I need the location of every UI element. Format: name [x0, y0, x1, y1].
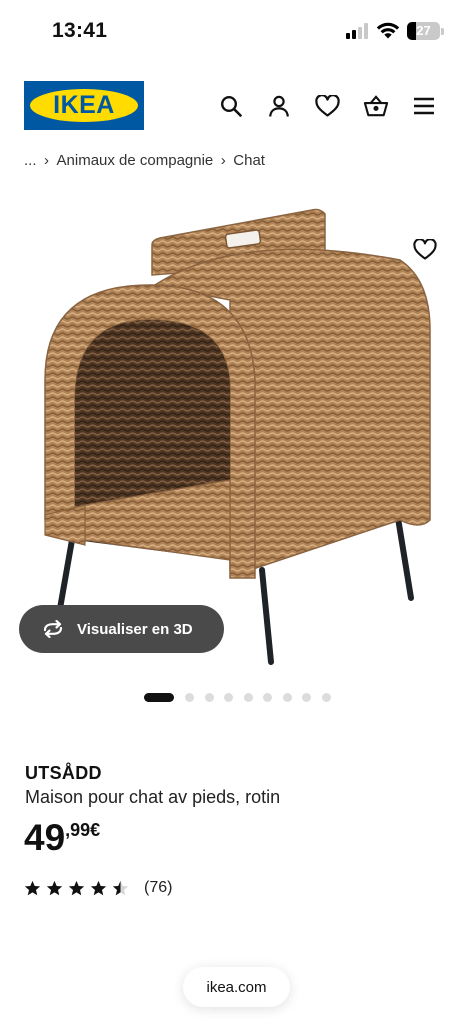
breadcrumb-item-cat[interactable]: Chat: [233, 152, 265, 169]
carousel-dot[interactable]: [243, 692, 253, 702]
price-decimal: ,99€: [65, 820, 101, 840]
browser-url-bar[interactable]: ikea.com: [183, 967, 290, 1007]
star-full-icon: [46, 880, 63, 895]
carousel-indicator: [144, 692, 341, 702]
heart-icon: [413, 238, 437, 260]
cart-basket-icon[interactable]: [363, 93, 389, 119]
star-full-icon: [24, 880, 41, 895]
star-full-icon: [90, 880, 107, 895]
carousel-dot[interactable]: [204, 692, 214, 702]
price-integer: 49: [24, 817, 66, 858]
save-to-wishlist-button[interactable]: [410, 234, 440, 264]
cellular-signal-icon: [346, 23, 370, 39]
status-time: 13:41: [52, 19, 108, 42]
chevron-right-icon: ›: [220, 151, 226, 169]
breadcrumb-ellipsis[interactable]: ...: [24, 152, 37, 169]
status-bar: 13:41 27: [0, 0, 473, 62]
url-text: ikea.com: [206, 978, 267, 996]
ikea-logo[interactable]: IKEA: [24, 81, 144, 130]
battery-icon: 27: [407, 22, 440, 40]
star-half-icon: [112, 880, 129, 895]
product-rating[interactable]: (76): [24, 878, 172, 898]
carousel-dot[interactable]: [224, 692, 233, 702]
menu-icon[interactable]: [411, 93, 437, 119]
breadcrumb-item-pets[interactable]: Animaux de compagnie: [57, 152, 214, 169]
chevron-right-icon: ›: [44, 151, 50, 169]
view-in-3d-label: Visualiser en 3D: [77, 620, 193, 638]
carousel-dot[interactable]: [263, 692, 272, 702]
carousel-dot[interactable]: [321, 692, 331, 702]
carousel-dot[interactable]: [302, 692, 311, 702]
carousel-dot[interactable]: [282, 692, 292, 702]
wifi-icon: [376, 22, 400, 39]
wishlist-heart-icon[interactable]: [314, 93, 340, 119]
star-full-icon: [68, 880, 85, 895]
logo-text: IKEA: [53, 91, 115, 119]
account-icon[interactable]: [266, 93, 292, 119]
rotate-3d-icon: [43, 620, 63, 638]
battery-level: 27: [416, 23, 431, 38]
carousel-dot[interactable]: [185, 692, 194, 702]
product-price: 49 ,99€: [24, 818, 100, 858]
search-icon[interactable]: [218, 93, 244, 119]
product-description: Maison pour chat av pieds, rotin: [25, 787, 281, 807]
view-in-3d-button[interactable]: Visualiser en 3D: [19, 605, 224, 653]
product-name: UTSÅDD: [25, 763, 102, 783]
carousel-dot-active[interactable]: [144, 692, 174, 702]
breadcrumb: ... › Animaux de compagnie › Chat: [24, 150, 265, 170]
rating-count: (76): [144, 879, 173, 896]
